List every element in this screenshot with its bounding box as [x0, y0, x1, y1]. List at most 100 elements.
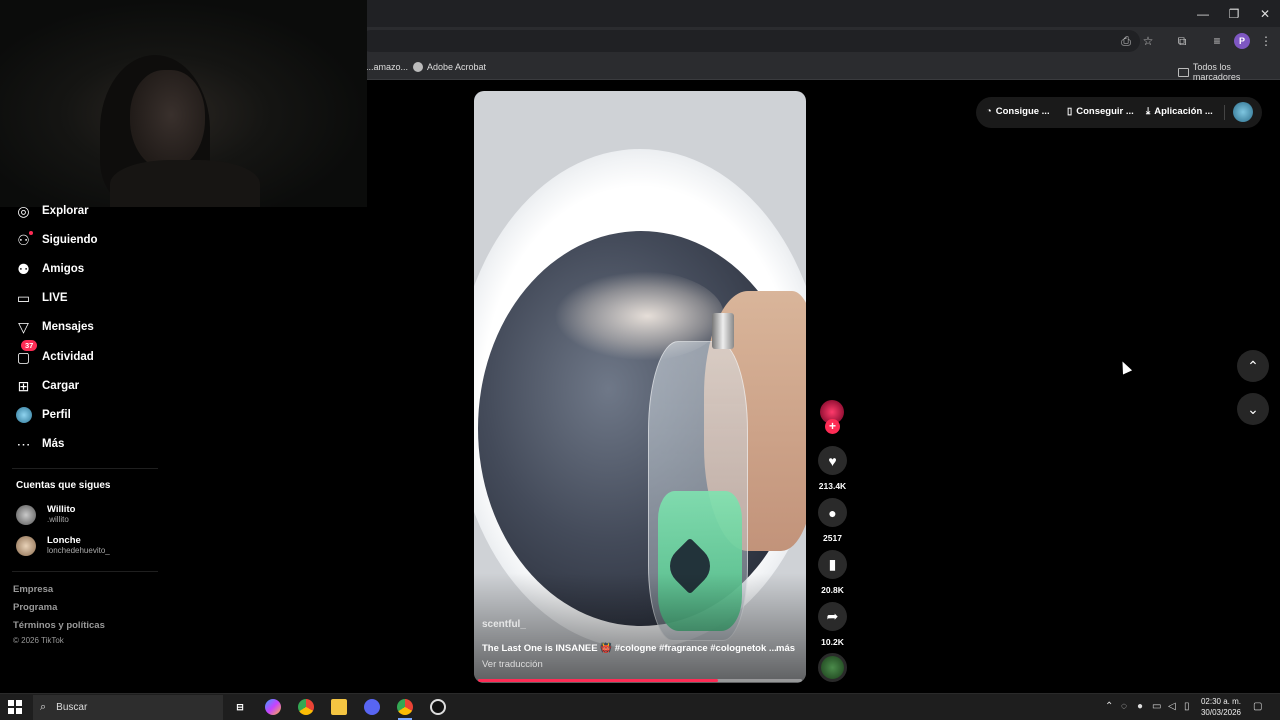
like-button[interactable]: ♥ — [818, 446, 847, 475]
webcam-person-face — [130, 70, 205, 170]
comment-button[interactable]: ● — [818, 498, 847, 527]
profile-avatar[interactable]: P — [1234, 33, 1250, 49]
close-icon[interactable]: ✕ — [1248, 0, 1280, 27]
video-player[interactable]: scentful_ The Last One is INSANEE 👹 #col… — [474, 91, 806, 683]
menu-dots-icon[interactable]: ⋮ — [1258, 33, 1274, 49]
topbar-separator — [1224, 105, 1225, 120]
obs-icon[interactable] — [430, 699, 446, 715]
sidebar-item-label: Siguiendo — [42, 234, 98, 246]
footer-link-programa[interactable]: Programa — [13, 602, 57, 613]
previous-video-button[interactable]: ⌃ — [1237, 350, 1269, 382]
get-coins-button[interactable]: ◔ Consigue ... — [986, 106, 1050, 117]
sidebar-item-cargar[interactable]: ⊞ Cargar — [15, 376, 79, 396]
bookmark-item[interactable]: ...amazo... — [366, 62, 408, 72]
sidebar-item-label: Más — [42, 438, 65, 450]
taskbar-clock[interactable]: 02:30 a. m. 30/03/2026 — [1196, 696, 1246, 718]
account-handle: lonchedehuevito_ — [47, 546, 110, 555]
like-count: 213.4K — [818, 481, 847, 491]
discord-icon[interactable] — [364, 699, 380, 715]
sidebar-item-actividad[interactable]: ▢ 37 Actividad — [15, 339, 94, 367]
avatar — [16, 535, 36, 556]
footer-link-terminos[interactable]: Términos y políticas — [13, 620, 105, 631]
sidebar-item-mensajes[interactable]: ▽ Mensajes — [15, 317, 94, 337]
bookmark-item[interactable]: Adobe Acrobat — [413, 62, 486, 72]
sidebar-item-siguiendo[interactable]: ⚇ Siguiendo — [15, 230, 98, 250]
video-author[interactable]: scentful_ — [482, 619, 526, 630]
account-name: Willito — [47, 504, 76, 515]
top-actions-bar: ◔ Consigue ... ▯ Conseguir ... ⤓ Aplicac… — [976, 97, 1262, 128]
notification-dot — [29, 230, 33, 235]
upload-icon: ⊞ — [17, 377, 30, 394]
extensions-icon[interactable]: ⧉ — [1174, 33, 1190, 49]
tray-overflow-icon[interactable]: ⌃ — [1105, 701, 1113, 712]
volume-icon[interactable]: ◁ — [1168, 701, 1176, 712]
bottle-cap — [712, 313, 734, 349]
sidebar-item-label: Perfil — [42, 409, 71, 421]
chrome-icon[interactable] — [298, 699, 314, 715]
copyright: © 2026 TikTok — [13, 636, 64, 645]
windows-start-icon[interactable] — [8, 700, 22, 714]
video-progress-bar[interactable] — [478, 679, 802, 682]
translate-link[interactable]: Ver traducción — [482, 659, 543, 670]
sidebar-item-amigos[interactable]: ⚉ Amigos — [15, 259, 84, 279]
chevron-up-icon: ⌃ — [1247, 357, 1259, 374]
phone-icon: ▯ — [1067, 106, 1073, 117]
notifications-icon[interactable]: ▢ — [1253, 701, 1262, 712]
caption-more-button[interactable]: más — [776, 643, 795, 654]
heart-icon: ♥ — [828, 452, 837, 469]
sidebar-item-mas[interactable]: ⋯ Más — [15, 434, 65, 454]
task-view-icon[interactable]: ⊟ — [232, 699, 248, 715]
sidebar-item-explorar[interactable]: ◎ Explorar — [15, 201, 88, 221]
activity-badge: 37 — [21, 339, 38, 351]
video-caption: The Last One is INSANEE 👹 #cologne #frag… — [482, 643, 777, 654]
music-disc-icon[interactable] — [818, 653, 847, 682]
bookmark-icon: ▮ — [828, 556, 837, 572]
sidebar-item-label: Amigos — [42, 263, 85, 275]
restore-icon[interactable]: ❐ — [1217, 0, 1251, 27]
battery-icon[interactable]: ▯ — [1184, 701, 1190, 712]
sidebar-item-live[interactable]: ▭ LIVE — [15, 288, 68, 308]
more-icon: ⋯ — [16, 435, 31, 452]
bookmark-label: Adobe Acrobat — [427, 62, 487, 72]
chevron-down-icon: ⌄ — [1247, 400, 1259, 417]
sidebar-item-label: Cargar — [42, 380, 80, 392]
network-icon[interactable]: ▭ — [1152, 701, 1161, 712]
taskbar-search[interactable]: ⌕ Buscar — [33, 695, 223, 720]
file-explorer-icon[interactable] — [331, 699, 347, 715]
minimize-icon[interactable]: — — [1186, 0, 1220, 27]
next-video-button[interactable]: ⌄ — [1237, 393, 1269, 425]
account-handle: .willito — [47, 515, 69, 524]
user-avatar[interactable] — [1233, 102, 1253, 122]
share-count: 10.2K — [821, 637, 844, 647]
following-icon: ⚇ — [15, 230, 33, 249]
address-bar[interactable] — [360, 30, 1140, 52]
search-icon: ⌕ — [40, 701, 47, 713]
follow-plus-button[interactable]: + — [825, 419, 840, 434]
download-app-button[interactable]: ⤓ Aplicación ... — [1146, 106, 1213, 117]
microphone-icon[interactable]: ● — [1137, 701, 1143, 712]
sidebar-item-perfil[interactable]: Perfil — [15, 405, 71, 425]
get-app-button[interactable]: ▯ Conseguir ... — [1067, 106, 1134, 117]
sidebar-divider — [12, 468, 158, 469]
following-account[interactable]: Lonche lonchedehuevito_ — [16, 535, 110, 556]
bookmark-label: ...amazo... — [366, 62, 409, 72]
all-bookmarks[interactable]: Todos los marcadores — [1178, 62, 1280, 82]
get-coins-label: Consigue ... — [995, 106, 1050, 117]
windows-taskbar: ⌕ Buscar ⊟ ⌃ ◌ ● ▭ ◁ ▯ 02:30 a. m. 30/03… — [0, 693, 1280, 720]
bookmark-star-icon[interactable]: ☆ — [1140, 33, 1156, 49]
friends-icon: ⚉ — [17, 260, 30, 277]
media-icon[interactable]: ≡ — [1209, 33, 1225, 49]
following-account[interactable]: Willito .willito — [16, 504, 75, 525]
webcam-person-shoulder — [110, 160, 260, 207]
footer-link-empresa[interactable]: Empresa — [13, 584, 53, 595]
avatar — [16, 504, 36, 525]
tray-app-icon[interactable]: ◌ — [1121, 701, 1127, 712]
taskbar-search-label: Buscar — [56, 702, 88, 713]
compass-icon: ◎ — [17, 202, 30, 219]
share-button[interactable]: ➦ — [818, 602, 847, 631]
chrome-active-icon[interactable] — [397, 699, 413, 715]
copilot-icon[interactable] — [265, 699, 281, 715]
sidebar-item-label: LIVE — [42, 292, 68, 304]
save-button[interactable]: ▮ — [818, 550, 847, 579]
install-app-icon[interactable]: ⎙ — [1118, 33, 1134, 49]
